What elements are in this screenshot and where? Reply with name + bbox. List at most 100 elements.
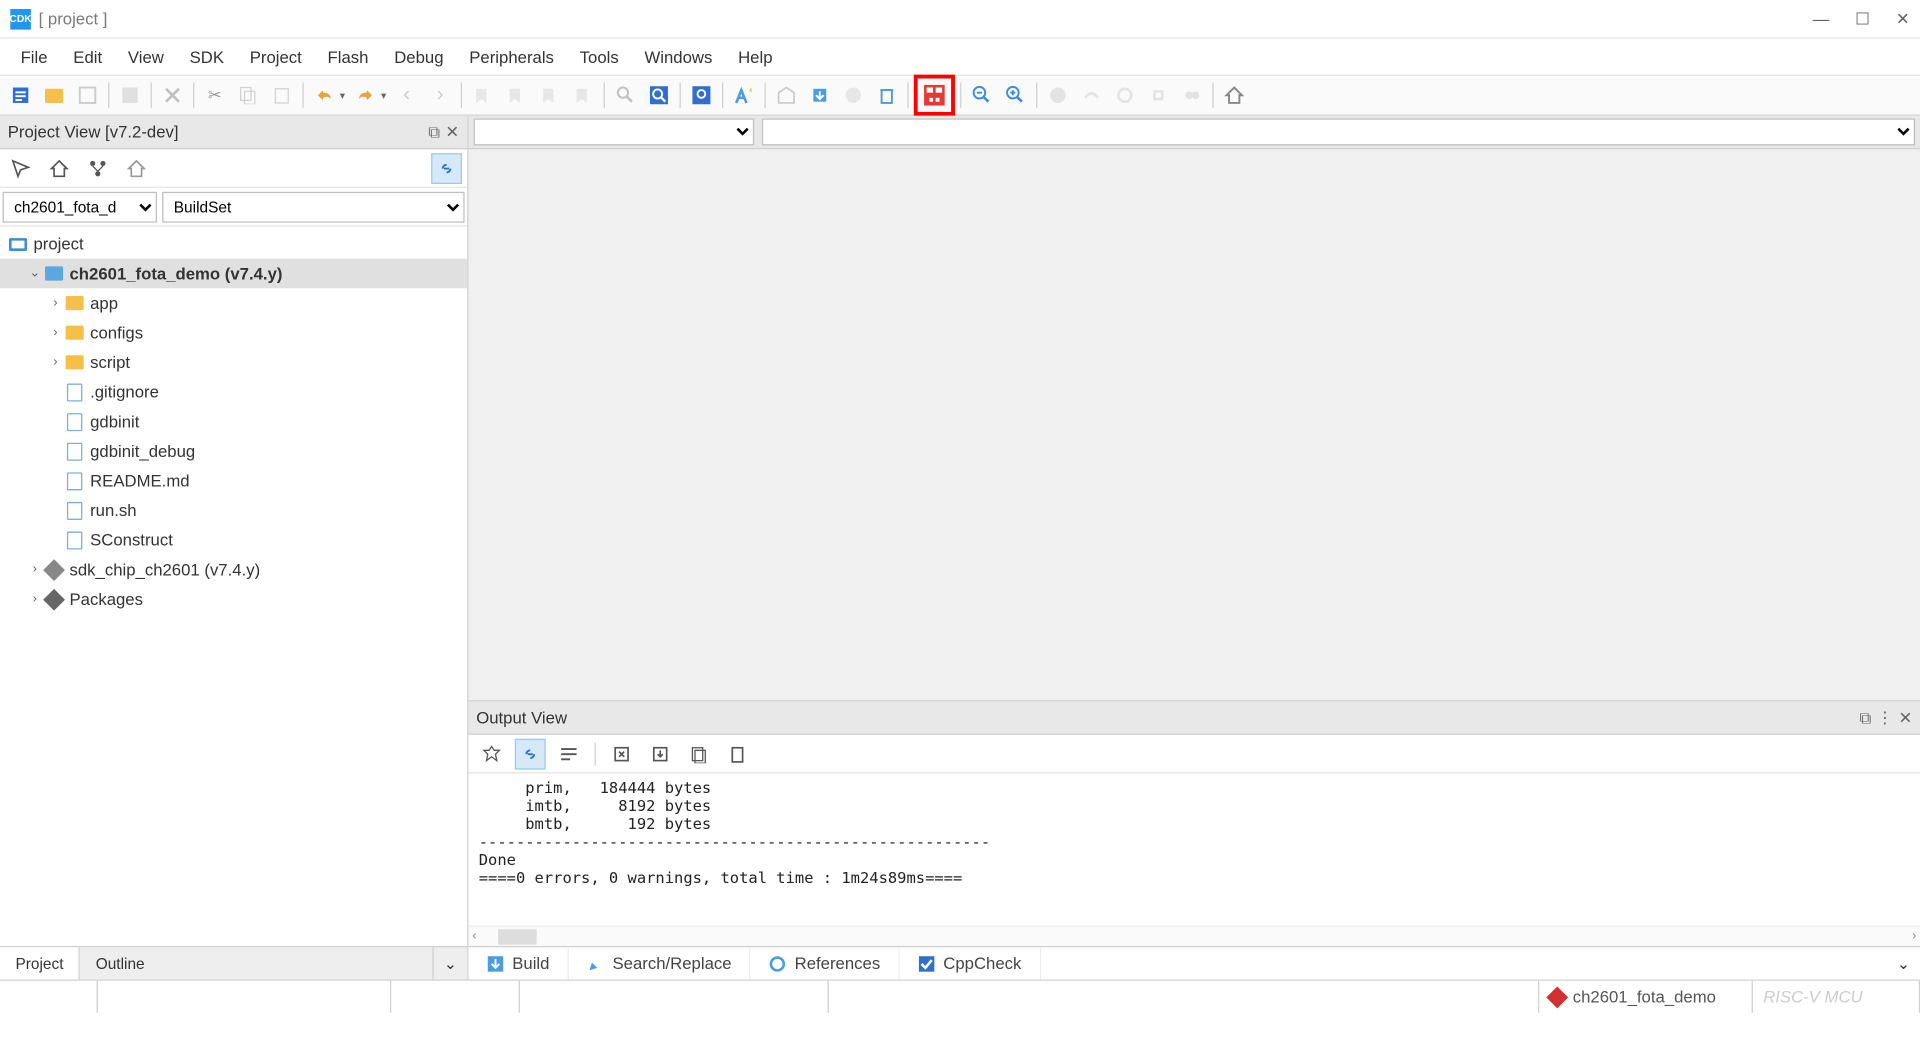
menu-help[interactable]: Help bbox=[725, 42, 785, 72]
menu-peripherals[interactable]: Peripherals bbox=[456, 42, 566, 72]
output-pin-tab-icon[interactable] bbox=[476, 738, 507, 769]
tree-root[interactable]: project bbox=[0, 229, 467, 259]
build-icon[interactable] bbox=[771, 80, 802, 111]
menu-tools[interactable]: Tools bbox=[567, 42, 632, 72]
tree-item-gdbinit[interactable]: gdbinit bbox=[0, 407, 467, 437]
debug-step-into-icon[interactable] bbox=[1109, 80, 1140, 111]
tree-item-gdbinit-debug[interactable]: gdbinit_debug bbox=[0, 436, 467, 466]
output-text[interactable]: prim, 184444 bytes imtb, 8192 bytes bmtb… bbox=[468, 773, 1920, 925]
home-icon[interactable] bbox=[1219, 80, 1250, 111]
tab-search-replace[interactable]: Search/Replace bbox=[569, 947, 751, 979]
output-panel: Output View ⧉ ⋮ ✕ bbox=[468, 700, 1920, 979]
tab-references[interactable]: References bbox=[751, 947, 900, 979]
tree-item-runsh[interactable]: run.sh bbox=[0, 495, 467, 525]
minimize-button[interactable]: — bbox=[1813, 8, 1830, 29]
maximize-button[interactable]: ☐ bbox=[1855, 8, 1870, 29]
tree-item-demo[interactable]: ⌄ ch2601_fota_demo (v7.4.y) bbox=[0, 259, 467, 289]
bookmark-next-icon[interactable] bbox=[534, 80, 565, 111]
tree-item-packages[interactable]: › Packages bbox=[0, 584, 467, 614]
bookmark-toggle-icon[interactable] bbox=[467, 80, 498, 111]
tab-cppcheck[interactable]: CppCheck bbox=[899, 947, 1040, 979]
editor-canvas bbox=[468, 149, 1920, 700]
close-icon[interactable] bbox=[157, 80, 188, 111]
status-seg-3 bbox=[391, 981, 520, 1013]
nav-forward-icon[interactable]: › bbox=[425, 80, 456, 111]
menu-flash[interactable]: Flash bbox=[315, 42, 382, 72]
navigate-icon[interactable] bbox=[5, 153, 36, 184]
symbol-select[interactable] bbox=[762, 118, 1915, 145]
output-save-icon[interactable] bbox=[645, 738, 676, 769]
build-download-icon[interactable] bbox=[804, 80, 835, 111]
tab-build[interactable]: Build bbox=[468, 947, 568, 979]
scope-select[interactable] bbox=[474, 118, 755, 145]
tree-item-script[interactable]: › script bbox=[0, 347, 467, 377]
paste-icon[interactable] bbox=[266, 80, 297, 111]
find-resource-icon[interactable] bbox=[686, 80, 717, 111]
output-paste-icon[interactable] bbox=[722, 738, 753, 769]
bookmark-prev-icon[interactable] bbox=[501, 80, 532, 111]
tree-item-configs[interactable]: › configs bbox=[0, 318, 467, 348]
tree-item-app[interactable]: › app bbox=[0, 288, 467, 318]
output-hscroll[interactable]: ‹ › bbox=[468, 925, 1920, 946]
menu-view[interactable]: View bbox=[115, 42, 177, 72]
zoom-in-icon[interactable] bbox=[1000, 80, 1031, 111]
zoom-out-icon[interactable] bbox=[967, 80, 998, 111]
output-pin-icon[interactable]: ⋮ bbox=[1877, 707, 1894, 728]
home2-icon[interactable] bbox=[121, 153, 152, 184]
output-clear-icon[interactable] bbox=[606, 738, 637, 769]
cut-icon[interactable]: ✂ bbox=[199, 80, 230, 111]
close-button[interactable]: ✕ bbox=[1896, 8, 1910, 29]
home-view-icon[interactable] bbox=[44, 153, 75, 184]
find-icon[interactable] bbox=[610, 80, 641, 111]
debug-step-over-icon[interactable] bbox=[1076, 80, 1107, 111]
highlight-word-icon[interactable] bbox=[728, 80, 759, 111]
tab-outline[interactable]: Outline bbox=[80, 947, 433, 979]
bookmark-clear-icon[interactable] bbox=[568, 80, 599, 111]
buildset-select[interactable]: BuildSet bbox=[162, 191, 464, 222]
panel-detach-icon[interactable]: ⧉ bbox=[428, 122, 440, 143]
menu-debug[interactable]: Debug bbox=[381, 42, 456, 72]
menu-sdk[interactable]: SDK bbox=[177, 42, 237, 72]
menu-project[interactable]: Project bbox=[237, 42, 315, 72]
redo-dropdown[interactable]: ▾ bbox=[381, 89, 386, 101]
debug-continue-icon[interactable] bbox=[1176, 80, 1207, 111]
flash-download-icon[interactable] bbox=[919, 80, 950, 111]
output-link-icon[interactable] bbox=[515, 738, 546, 769]
stop-build-icon[interactable] bbox=[838, 80, 869, 111]
main-toolbar: ✂ ▾ ▾ ‹ › bbox=[0, 75, 1920, 116]
project-select[interactable]: ch2601_fota_d bbox=[3, 191, 157, 222]
panel-close-icon[interactable]: ✕ bbox=[445, 122, 459, 143]
undo-icon[interactable] bbox=[309, 80, 340, 111]
open-folder-icon[interactable] bbox=[39, 80, 70, 111]
redo-icon[interactable] bbox=[350, 80, 381, 111]
output-detach-icon[interactable]: ⧉ bbox=[1859, 707, 1871, 728]
menu-file[interactable]: File bbox=[8, 42, 61, 72]
copy-icon[interactable] bbox=[233, 80, 264, 111]
status-seg-4 bbox=[520, 981, 829, 1013]
clean-icon[interactable] bbox=[871, 80, 902, 111]
output-close-icon[interactable]: ✕ bbox=[1898, 707, 1912, 728]
project-tree[interactable]: project ⌄ ch2601_fota_demo (v7.4.y) › ap… bbox=[0, 227, 467, 946]
reload-icon[interactable] bbox=[72, 80, 103, 111]
new-file-icon[interactable] bbox=[5, 80, 36, 111]
menu-edit[interactable]: Edit bbox=[60, 42, 115, 72]
debug-start-icon[interactable] bbox=[1043, 80, 1074, 111]
tab-project[interactable]: Project bbox=[0, 947, 80, 979]
menu-windows[interactable]: Windows bbox=[632, 42, 726, 72]
output-copy-icon[interactable] bbox=[683, 738, 714, 769]
tree-item-gitignore[interactable]: .gitignore bbox=[0, 377, 467, 407]
tree-item-sconstruct[interactable]: SConstruct bbox=[0, 525, 467, 555]
panel-tabs-chevron-icon[interactable]: ⌄ bbox=[434, 947, 468, 979]
save-icon[interactable] bbox=[115, 80, 146, 111]
link-editor-icon[interactable] bbox=[431, 153, 462, 184]
output-view-title: Output View bbox=[476, 708, 567, 727]
output-wrap-icon[interactable] bbox=[553, 738, 584, 769]
hierarchy-icon[interactable] bbox=[82, 153, 113, 184]
bottom-tabs-chevron-icon[interactable]: ⌄ bbox=[1887, 947, 1920, 979]
nav-back-icon[interactable]: ‹ bbox=[391, 80, 422, 111]
tree-item-sdk-chip[interactable]: › sdk_chip_ch2601 (v7.4.y) bbox=[0, 555, 467, 585]
tree-item-readme[interactable]: README.md bbox=[0, 466, 467, 496]
debug-step-out-icon[interactable] bbox=[1143, 80, 1174, 111]
undo-dropdown[interactable]: ▾ bbox=[340, 89, 345, 101]
highlight-icon[interactable] bbox=[644, 80, 675, 111]
